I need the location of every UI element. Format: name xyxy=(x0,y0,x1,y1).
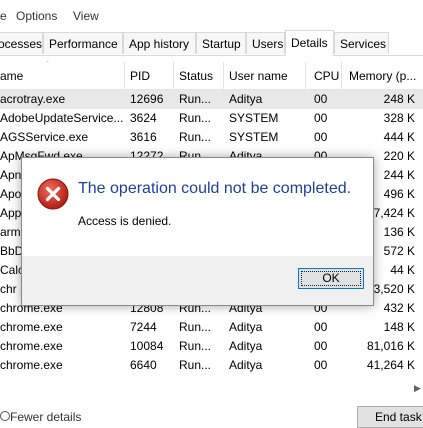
table-row[interactable]: acrotray.exe 12696 Run... Aditya 00 248 K xyxy=(0,90,423,109)
cell-memory: 328 K xyxy=(383,111,415,125)
cell-pid: 10084 xyxy=(130,339,164,353)
cell-pid: 6640 xyxy=(130,358,157,372)
cell-status: Run... xyxy=(179,92,212,106)
cell-cpu: 00 xyxy=(314,320,328,334)
column-header-row: ame PID Status User name CPU Memory (p..… xyxy=(0,62,423,90)
cell-status: Run... xyxy=(179,130,212,144)
cell-status: Run... xyxy=(179,111,212,125)
tab-details[interactable]: Details xyxy=(285,30,334,56)
table-row[interactable]: chrome.exe 6640 Run... Aditya 00 41,264 K xyxy=(0,356,423,375)
cell-memory: 148 K xyxy=(383,320,415,334)
tab-users[interactable]: Users xyxy=(246,32,285,54)
cell-memory: 41,264 K xyxy=(366,358,415,372)
cell-user: Aditya xyxy=(229,320,263,334)
column-status[interactable]: Status xyxy=(179,69,213,83)
menu-view[interactable]: View xyxy=(73,9,99,23)
column-divider[interactable] xyxy=(124,62,125,89)
menu-bar: e Options View xyxy=(0,0,423,30)
cell-name: chrome.exe xyxy=(0,358,63,372)
error-icon xyxy=(37,178,69,210)
cell-cpu: 00 xyxy=(314,92,328,106)
cell-pid: 3616 xyxy=(130,130,157,144)
cell-user: SYSTEM xyxy=(229,111,279,125)
column-cpu[interactable]: CPU xyxy=(314,69,339,83)
cell-user: Aditya xyxy=(229,358,263,372)
column-user-name[interactable]: User name xyxy=(229,69,288,83)
tab-startup[interactable]: Startup xyxy=(196,32,246,54)
error-dialog: The operation could not be completed. Ac… xyxy=(21,157,374,306)
cell-memory: 81,016 K xyxy=(366,339,415,353)
column-divider[interactable] xyxy=(173,62,174,89)
column-divider[interactable] xyxy=(305,62,306,89)
cell-name: chrome.exe xyxy=(0,320,63,334)
cell-memory: 444 K xyxy=(383,130,415,144)
cell-user: Aditya xyxy=(229,92,263,106)
tab-performance[interactable]: Performance xyxy=(43,32,123,54)
tab-processes[interactable]: ocesses xyxy=(0,32,43,54)
cell-status: Run... xyxy=(179,339,212,353)
ok-button-label: OK xyxy=(322,271,340,285)
table-row[interactable]: chrome.exe 10084 Run... Aditya 00 81,016 K xyxy=(0,337,423,356)
tab-app-history[interactable]: App history xyxy=(123,32,196,54)
table-row[interactable]: AGSService.exe 3616 Run... SYSTEM 00 444 K xyxy=(0,128,423,147)
tab-services[interactable]: Services xyxy=(334,32,389,54)
cell-user: SYSTEM xyxy=(229,130,279,144)
column-divider[interactable] xyxy=(223,62,224,89)
cell-name: AGSService.exe xyxy=(0,130,89,144)
cell-cpu: 00 xyxy=(314,111,328,125)
cell-name: AdobeUpdateService.... xyxy=(0,111,124,125)
tab-strip: ocesses Performance App history Startup … xyxy=(0,30,423,56)
cell-cpu: 00 xyxy=(314,130,328,144)
column-pid[interactable]: PID xyxy=(130,69,150,83)
cell-cpu: 00 xyxy=(314,358,328,372)
cell-pid: 3624 xyxy=(130,111,157,125)
column-name[interactable]: ame xyxy=(0,69,23,83)
cell-user: Aditya xyxy=(229,339,263,353)
dialog-title: The operation could not be completed. xyxy=(78,180,352,197)
cell-name: acrotray.exe xyxy=(0,92,66,106)
cell-status: Run... xyxy=(179,320,212,334)
menu-options[interactable]: Options xyxy=(16,9,57,23)
menu-file[interactable]: e xyxy=(0,9,7,23)
scroll-right-icon[interactable]: ▶ xyxy=(414,383,421,394)
end-task-button[interactable]: End task xyxy=(357,406,423,428)
cell-pid: 12696 xyxy=(130,92,164,106)
cell-memory: 248 K xyxy=(383,92,415,106)
ok-button[interactable]: OK xyxy=(298,268,364,289)
fewer-details-link[interactable]: Fewer details xyxy=(10,410,81,424)
column-memory[interactable]: Memory (p... xyxy=(349,69,416,83)
column-divider[interactable] xyxy=(341,62,342,89)
cell-status: Run... xyxy=(179,358,212,372)
cell-name: chrome.exe xyxy=(0,339,63,353)
cell-pid: 7244 xyxy=(130,320,157,334)
collapse-circle-icon[interactable] xyxy=(0,411,10,421)
table-row[interactable]: AdobeUpdateService.... 3624 Run... SYSTEM 00… xyxy=(0,109,423,128)
cell-cpu: 00 xyxy=(314,339,328,353)
table-row[interactable]: chrome.exe 7244 Run... Aditya 00 148 K xyxy=(0,318,423,337)
dialog-message: Access is denied. xyxy=(78,214,172,228)
